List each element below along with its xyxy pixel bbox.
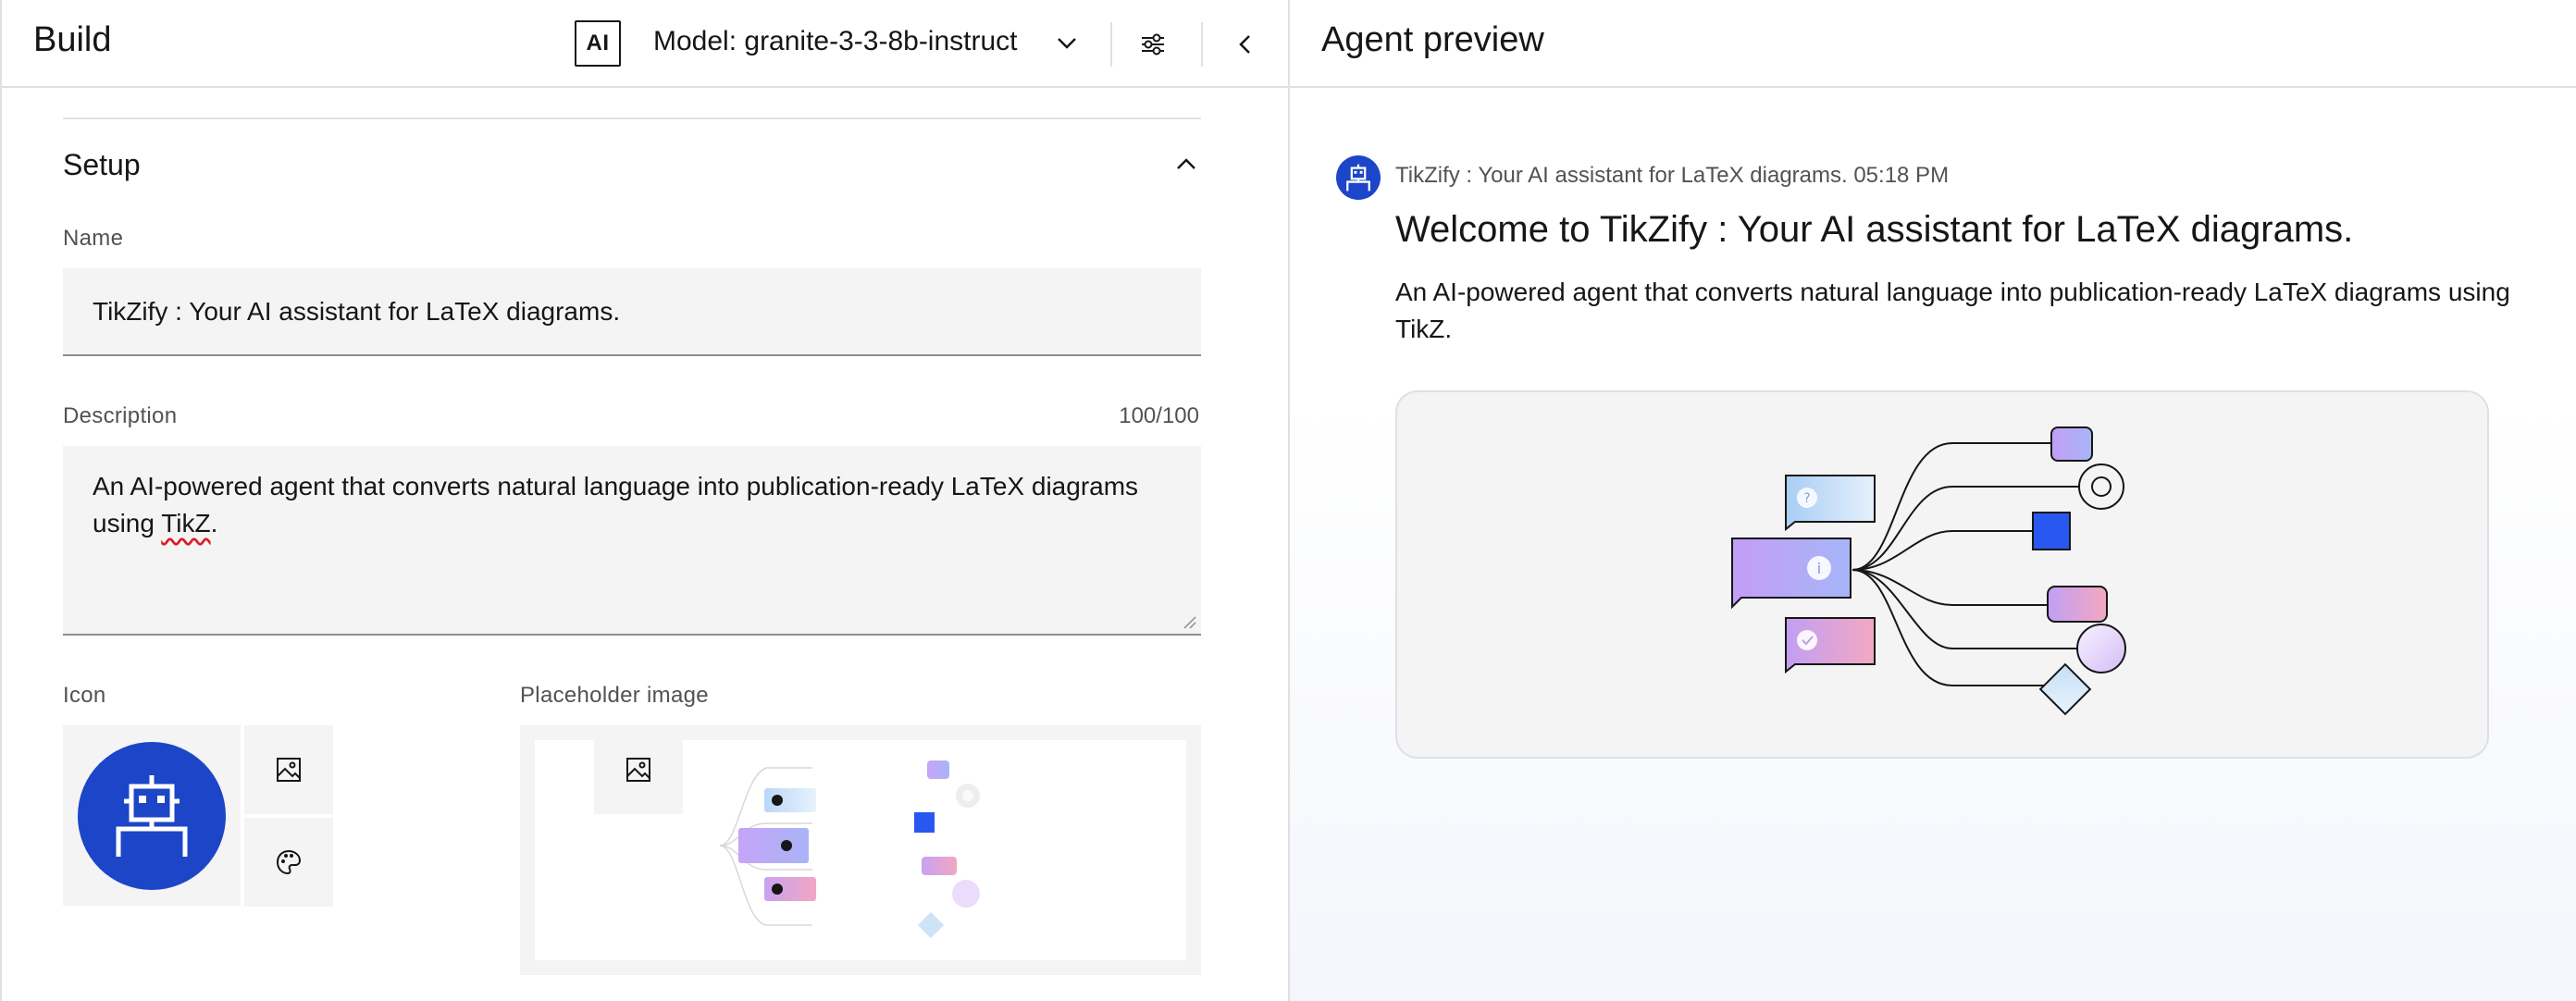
description-char-counter: 100/100: [1119, 403, 1199, 428]
header-divider: [1201, 22, 1203, 67]
setup-section-title[interactable]: Setup: [63, 148, 141, 182]
description-text: An AI-powered agent that converts natura…: [93, 472, 1139, 538]
preview-header: Agent preview: [1290, 0, 2576, 88]
spellcheck-flagged-word: TikZ: [161, 509, 211, 538]
color-palette-button[interactable]: [244, 818, 333, 907]
description-text-end: .: [210, 509, 218, 538]
placeholder-image-label: Placeholder image: [520, 683, 709, 708]
model-selector-label[interactable]: Model: granite-3-3-8b-instruct: [653, 26, 1018, 57]
name-input[interactable]: [63, 268, 1201, 356]
agent-icon-preview: [63, 725, 241, 906]
diagram-illustration: ? i: [1731, 426, 2126, 716]
welcome-title: Welcome to TikZify : Your AI assistant f…: [1395, 209, 2354, 250]
svg-text:?: ?: [1803, 491, 1810, 506]
message-meta: TikZify : Your AI assistant for LaTeX di…: [1395, 163, 1950, 188]
resize-handle-icon[interactable]: [1181, 613, 1197, 630]
settings-adjust-icon: [1142, 33, 1164, 56]
upload-placeholder-button[interactable]: [594, 725, 683, 814]
avatar: [78, 741, 226, 890]
welcome-illustration-card: ? i: [1395, 390, 2489, 759]
name-label: Name: [63, 226, 124, 251]
upload-icon-button[interactable]: [244, 725, 333, 814]
svg-text:i: i: [1817, 560, 1821, 577]
header-divider: [1110, 22, 1112, 67]
robot-icon: [1346, 164, 1370, 192]
palette-icon: [276, 849, 302, 875]
bot-avatar: [1336, 155, 1381, 200]
chevron-down-icon[interactable]: [1052, 28, 1082, 57]
ai-badge: AI: [575, 20, 621, 67]
icon-label: Icon: [63, 683, 106, 708]
section-divider: [63, 117, 1201, 119]
settings-adjust-button[interactable]: [1133, 24, 1173, 65]
welcome-description: An AI-powered agent that converts natura…: [1395, 278, 2510, 343]
agent-preview-panel: Agent preview TikZify : Your AI assistan…: [1288, 0, 2576, 1001]
chevron-left-icon: [1239, 35, 1250, 54]
collapse-panel-button[interactable]: [1225, 24, 1266, 65]
preview-title: Agent preview: [1321, 20, 1544, 59]
image-icon: [626, 758, 650, 782]
chevron-up-icon[interactable]: [1170, 148, 1203, 181]
description-label: Description: [63, 403, 178, 428]
build-title: Build: [33, 20, 112, 59]
robot-icon: [116, 774, 188, 857]
build-panel: Build AI Model: granite-3-3-8b-instruct …: [0, 0, 1290, 1001]
description-textarea[interactable]: An AI-powered agent that converts natura…: [63, 446, 1201, 636]
build-header: Build AI Model: granite-3-3-8b-instruct: [2, 0, 1290, 88]
image-icon: [277, 758, 301, 782]
